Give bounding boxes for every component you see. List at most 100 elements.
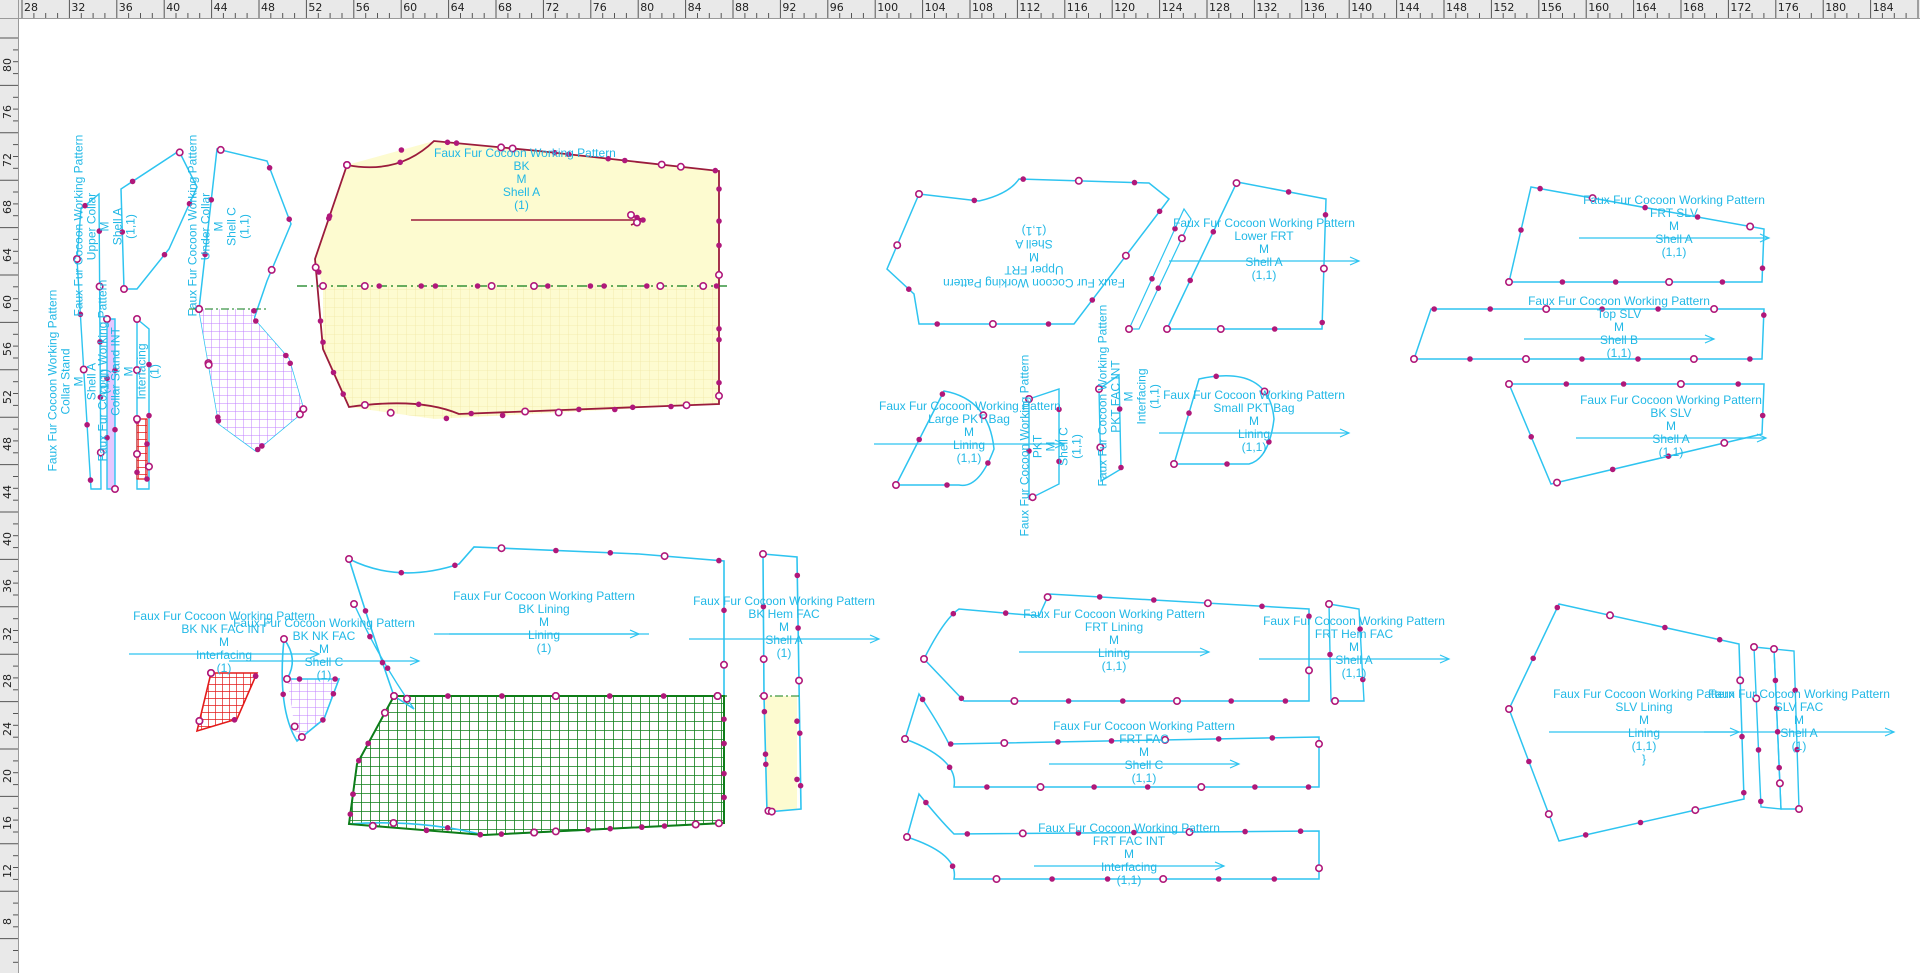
control-point[interactable] (1772, 677, 1779, 684)
control-point[interactable] (544, 283, 551, 289)
control-point[interactable] (902, 832, 911, 841)
control-point[interactable] (474, 283, 481, 289)
control-point[interactable] (721, 740, 727, 747)
control-point[interactable] (553, 547, 559, 554)
control-point[interactable] (1216, 324, 1225, 333)
control-point[interactable] (762, 761, 769, 768)
control-point[interactable] (1609, 466, 1616, 473)
label-small-pkt-bag[interactable]: Faux Fur Cocoon Working Pattern Small PKT… (1159, 389, 1349, 454)
control-point[interactable] (1759, 265, 1766, 271)
control-point[interactable] (1131, 179, 1138, 186)
control-point[interactable] (468, 410, 475, 417)
control-point[interactable] (1530, 655, 1536, 662)
control-point[interactable] (1002, 610, 1009, 616)
control-point[interactable] (1149, 275, 1155, 282)
label-frt-hem-fac[interactable]: Faux Fur Cocoon Working Pattern FRT Hem F… (1254, 615, 1454, 680)
control-point[interactable] (716, 218, 722, 224)
control-point[interactable] (607, 825, 614, 832)
control-point[interactable] (1487, 306, 1493, 312)
control-point[interactable] (521, 407, 530, 416)
control-point[interactable] (958, 695, 965, 702)
control-point[interactable] (629, 404, 636, 411)
control-point[interactable] (380, 708, 389, 717)
control-point[interactable] (195, 716, 204, 725)
control-point[interactable] (1242, 828, 1248, 835)
control-point[interactable] (1043, 593, 1052, 602)
control-point[interactable] (626, 211, 635, 220)
control-point[interactable] (215, 417, 222, 424)
control-point[interactable] (286, 216, 293, 222)
control-point[interactable] (767, 807, 776, 816)
control-point[interactable] (342, 161, 351, 170)
control-point[interactable] (714, 819, 723, 828)
control-point[interactable] (1018, 829, 1027, 838)
control-point[interactable] (1758, 798, 1764, 805)
control-point[interactable] (1741, 789, 1747, 796)
control-point[interactable] (1163, 324, 1172, 333)
control-point[interactable] (1074, 176, 1083, 185)
control-point[interactable] (576, 406, 582, 413)
control-point[interactable] (1285, 189, 1292, 195)
control-point[interactable] (640, 217, 646, 223)
control-point[interactable] (939, 391, 946, 397)
control-point[interactable] (621, 157, 628, 164)
control-point[interactable] (1691, 806, 1700, 815)
control-point[interactable] (1315, 739, 1324, 748)
control-point[interactable] (797, 782, 804, 789)
control-point[interactable] (1315, 864, 1324, 873)
control-point[interactable] (712, 167, 719, 174)
control-point[interactable] (1665, 277, 1674, 286)
control-point[interactable] (1259, 603, 1265, 610)
control-point[interactable] (1252, 784, 1258, 790)
control-point[interactable] (499, 693, 505, 699)
control-point[interactable] (365, 740, 372, 747)
control-point[interactable] (716, 336, 722, 343)
control-point[interactable] (971, 197, 978, 204)
control-point[interactable] (529, 281, 538, 290)
control-point[interactable] (1761, 312, 1767, 318)
control-point[interactable] (1775, 779, 1784, 788)
control-point[interactable] (713, 691, 722, 700)
control-point[interactable] (283, 352, 289, 359)
control-point[interactable] (487, 281, 496, 290)
pattern-pieces-layer[interactable] (19, 19, 1920, 973)
control-point[interactable] (1213, 373, 1219, 380)
control-point[interactable] (656, 281, 665, 290)
label-pkt-fac-int[interactable]: Faux Fur Cocoon Working Pattern PKT FAC I… (1096, 305, 1162, 487)
control-point[interactable] (477, 831, 484, 838)
control-point[interactable] (444, 139, 451, 146)
control-point[interactable] (713, 283, 720, 289)
control-point[interactable] (699, 281, 708, 290)
control-point[interactable] (716, 557, 722, 564)
label-frt-fac-int[interactable]: Faux Fur Cocoon Working Pattern FRT FAC I… (1034, 822, 1224, 887)
control-point[interactable] (919, 654, 928, 663)
control-point[interactable] (254, 446, 261, 453)
control-point[interactable] (326, 213, 333, 219)
control-point[interactable] (444, 824, 451, 831)
control-point[interactable] (1325, 599, 1334, 608)
control-point[interactable] (1620, 381, 1627, 387)
label-bk-lining[interactable]: Faux Fur Cocoon Working Pattern BK Lining… (449, 590, 639, 655)
control-point[interactable] (1089, 297, 1096, 303)
control-point[interactable] (453, 140, 460, 146)
control-point[interactable] (320, 717, 326, 723)
control-point[interactable] (1305, 784, 1312, 790)
control-point[interactable] (267, 265, 276, 274)
control-point[interactable] (551, 827, 560, 836)
control-point[interactable] (891, 480, 900, 489)
control-point[interactable] (668, 403, 674, 410)
control-point[interactable] (134, 469, 140, 476)
control-point[interactable] (299, 405, 308, 414)
control-point[interactable] (287, 360, 294, 367)
control-point[interactable] (1795, 804, 1804, 813)
control-point[interactable] (606, 693, 613, 699)
control-point[interactable] (759, 691, 768, 700)
control-point[interactable] (389, 691, 398, 700)
control-point[interactable] (946, 764, 953, 771)
control-point[interactable] (317, 318, 324, 324)
control-point[interactable] (721, 716, 727, 723)
control-point[interactable] (1528, 433, 1534, 440)
control-point[interactable] (290, 722, 299, 731)
control-point[interactable] (1020, 176, 1027, 182)
control-point[interactable] (1676, 379, 1685, 388)
